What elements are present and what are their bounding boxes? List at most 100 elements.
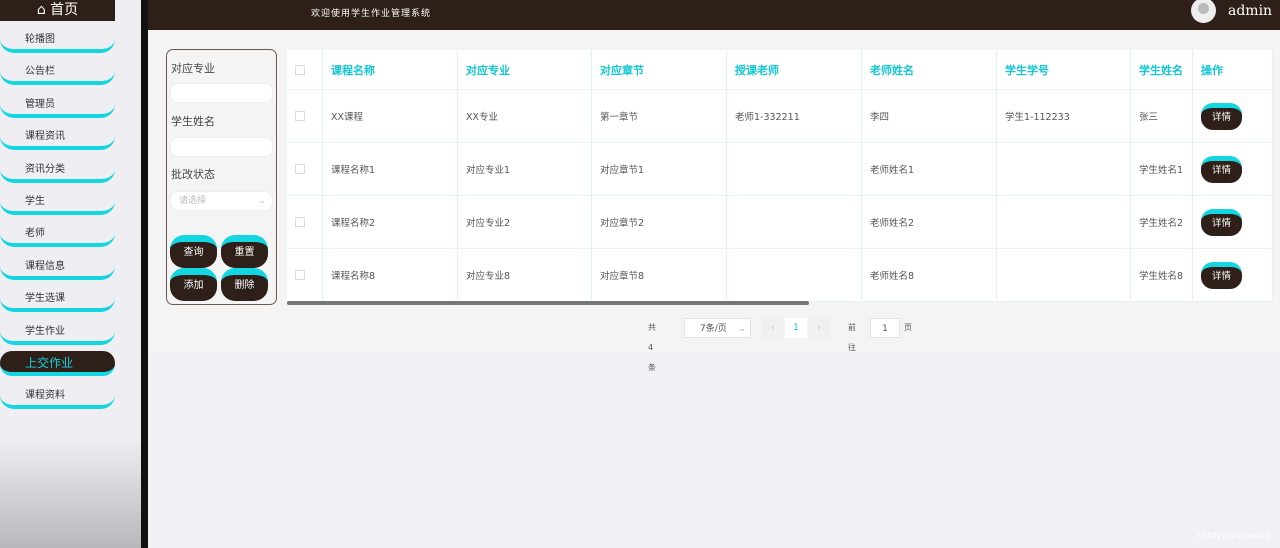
- next-page-button[interactable]: ›: [808, 318, 830, 338]
- cell-text: 老师姓名1: [870, 165, 915, 176]
- table-cell: 老师姓名1: [862, 143, 997, 195]
- status-select[interactable]: 请选择 ⌄: [170, 191, 273, 211]
- row-checkbox[interactable]: [295, 164, 305, 174]
- table-cell: 详情: [1193, 90, 1273, 142]
- table-row: XX课程 XX专业 第一章节 老师1-332211 李四 学生1-112233 张三 详情: [287, 90, 1273, 143]
- goto-label: 前往: [848, 323, 856, 352]
- cell-text: 学生姓名1: [1139, 165, 1184, 176]
- sidebar-item[interactable]: 轮播图: [0, 31, 115, 53]
- table-cell: 对应章节2: [592, 196, 727, 248]
- column-header[interactable]: 对应章节: [600, 62, 644, 78]
- table-cell: [997, 249, 1131, 301]
- prev-page-button[interactable]: ‹: [762, 318, 784, 338]
- table-cell: 老师姓名: [862, 50, 997, 89]
- filter-panel: 对应专业 学生姓名 批改状态 请选择 ⌄ 查询 重置 添加 删除: [166, 49, 277, 305]
- query-button[interactable]: 查询: [170, 235, 217, 268]
- sidebar-item[interactable]: 学生选课: [0, 290, 115, 313]
- row-checkbox[interactable]: [295, 64, 305, 75]
- table-cell: 第一章节: [592, 90, 727, 142]
- table-cell: 对应章节: [592, 50, 727, 89]
- table-row: 课程名称1 对应专业1 对应章节1 老师姓名1 学生姓名1 详情: [287, 143, 1273, 196]
- table-cell: 对应专业8: [458, 249, 592, 301]
- home-icon: ⌂: [36, 2, 51, 18]
- page-1-button[interactable]: 1: [785, 318, 807, 338]
- detail-button[interactable]: 详情: [1201, 208, 1242, 236]
- major-input[interactable]: [170, 83, 273, 103]
- table-row: 课程名称8 对应专业8 对应章节8 老师姓名8 学生姓名8 详情: [287, 249, 1273, 302]
- delete-button[interactable]: 删除: [221, 268, 268, 301]
- main-content: 对应专业 学生姓名 批改状态 请选择 ⌄ 查询 重置 添加 删除 课程名称 对应专业…: [148, 30, 1280, 372]
- name-label: 学生姓名: [171, 115, 215, 128]
- row-checkbox[interactable]: [295, 111, 305, 121]
- table-cell: 学生姓名1: [1131, 143, 1193, 195]
- table-cell: [727, 143, 862, 195]
- table-cell: 详情: [1193, 196, 1273, 248]
- checkbox-cell: [287, 143, 323, 195]
- reset-button[interactable]: 重置: [221, 235, 268, 268]
- table-cell: 详情: [1193, 143, 1273, 195]
- table-cell: 操作: [1193, 50, 1273, 89]
- goto-input[interactable]: 1: [870, 318, 900, 338]
- table-cell: 详情: [1193, 249, 1273, 301]
- checkbox-cell: [287, 50, 323, 89]
- column-header[interactable]: 学生姓名: [1139, 62, 1183, 78]
- sidebar-item[interactable]: 课程资讯: [0, 128, 115, 151]
- column-header[interactable]: 对应专业: [466, 62, 510, 78]
- page-size-select[interactable]: 7条/页 ⌄: [684, 318, 751, 338]
- cell-text: 老师1-332211: [735, 112, 800, 123]
- avatar[interactable]: [1191, 0, 1216, 23]
- cell-text: 课程名称8: [331, 271, 376, 282]
- cell-text: 老师姓名8: [870, 271, 915, 282]
- table-cell: 学生学号: [997, 50, 1131, 89]
- table-cell: XX专业: [458, 90, 592, 142]
- column-header[interactable]: 老师姓名: [870, 62, 914, 78]
- cell-text: 对应章节1: [600, 165, 645, 176]
- add-button[interactable]: 添加: [170, 268, 217, 301]
- name-input[interactable]: [170, 137, 273, 157]
- sidebar-item[interactable]: 公告栏: [0, 63, 115, 86]
- home-link[interactable]: ⌂ 首页: [0, 0, 115, 21]
- table-cell: 老师姓名8: [862, 249, 997, 301]
- table-cell: 对应专业1: [458, 143, 592, 195]
- detail-button[interactable]: 详情: [1201, 155, 1242, 183]
- table-header-row: 课程名称 对应专业 对应章节 授课老师 老师姓名 学生学号 学生姓名 操作: [287, 50, 1273, 90]
- sidebar-item[interactable]: 老师: [0, 225, 115, 248]
- table-cell: XX课程: [323, 90, 458, 142]
- cell-text: 张三: [1139, 112, 1159, 123]
- column-header[interactable]: 课程名称: [331, 62, 375, 78]
- row-checkbox[interactable]: [295, 217, 305, 227]
- table-cell: 学生姓名2: [1131, 196, 1193, 248]
- detail-button[interactable]: 详情: [1201, 261, 1242, 289]
- cell-text: 课程名称1: [331, 165, 376, 176]
- detail-button[interactable]: 详情: [1201, 102, 1242, 130]
- table-cell: [997, 143, 1131, 195]
- cell-text: 课程名称2: [331, 218, 376, 229]
- column-header[interactable]: 操作: [1201, 62, 1223, 78]
- table-cell: 老师姓名2: [862, 196, 997, 248]
- table-cell: 课程名称8: [323, 249, 458, 301]
- table-cell: 课程名称1: [323, 143, 458, 195]
- sidebar-item[interactable]: 资讯分类: [0, 161, 115, 183]
- cell-text: XX专业: [466, 112, 499, 123]
- sidebar-item[interactable]: 学生: [0, 193, 115, 215]
- checkbox-cell: [287, 90, 323, 142]
- table-cell: 对应专业2: [458, 196, 592, 248]
- table-cell: 老师1-332211: [727, 90, 862, 142]
- table-cell: 张三: [1131, 90, 1193, 142]
- cell-text: 第一章节: [600, 112, 639, 123]
- cell-text: 对应专业1: [466, 165, 511, 176]
- sidebar-item[interactable]: 课程信息: [0, 258, 115, 280]
- column-header[interactable]: 学生学号: [1005, 62, 1049, 78]
- cell-text: 李四: [870, 112, 890, 123]
- horizontal-scrollbar[interactable]: [287, 301, 809, 305]
- sidebar-item[interactable]: 上交作业: [0, 351, 115, 376]
- username[interactable]: admin: [1228, 3, 1272, 19]
- page-unit: 页: [904, 323, 912, 332]
- cell-text: 学生1-112233: [1005, 112, 1070, 123]
- sidebar-item[interactable]: 管理员: [0, 96, 115, 118]
- row-checkbox[interactable]: [295, 270, 305, 280]
- column-header[interactable]: 授课老师: [735, 62, 779, 78]
- sidebar-item[interactable]: 课程资料: [0, 387, 115, 410]
- table-cell: 授课老师: [727, 50, 862, 89]
- sidebar-item[interactable]: 学生作业: [0, 323, 115, 345]
